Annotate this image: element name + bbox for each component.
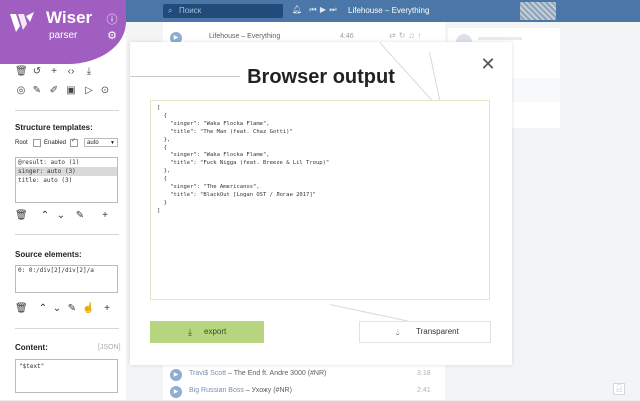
info-icon[interactable]: ⓘ [106,14,118,26]
logo-name: Wiser [46,8,93,27]
chevron-up-icon[interactable]: ⌃ [39,210,51,222]
brush-icon[interactable]: ✐ [48,85,60,97]
source-elements-title: Source elements: [15,250,82,259]
close-icon[interactable]: ✕ [480,55,496,73]
content-textarea[interactable]: "$text" [15,359,118,393]
next-track-icon[interactable]: ⏭ [328,5,338,15]
run-icon[interactable]: ▷ [83,85,95,97]
divider [15,234,119,235]
output-textarea[interactable]: [ { "singer": "Waka Flocka Flame", "titl… [150,100,490,300]
header-now-playing[interactable]: Lifehouse – Everything [348,5,429,17]
play-icon[interactable]: ▶ [318,5,328,15]
download-icon: ⤓ [188,327,192,337]
download-icon[interactable]: ⤓ [83,66,95,78]
trash-icon[interactable]: 🗑︎ [15,66,28,78]
search-placeholder: Поиск [179,6,202,15]
browser-output-dialog: Browser output ✕ [ { "singer": "Waka Flo… [130,42,512,365]
source-elements-list[interactable]: 0: 0:/div[2]/div[2]/a [15,265,118,293]
transparent-button[interactable]: 💧︎ Transparent [359,321,491,343]
site-search-input[interactable]: ⌕ Поиск [163,4,283,18]
export-label: export [204,327,227,336]
template-item[interactable]: @result: auto (1) [16,158,117,167]
pencil-icon[interactable]: ✎ [31,85,43,97]
structure-templates-list[interactable]: @result: auto (1) singer: auto (3) title… [15,157,118,203]
enabled-label: Enabled [44,140,67,146]
gear-icon[interactable]: ⚙ [106,30,118,42]
root-label: Root [15,140,28,146]
content-title: Content: [15,343,48,352]
dialog-title: Browser output [247,66,395,88]
trash-icon[interactable]: 🗑︎ [15,303,28,315]
chevron-down-icon: ▼ [110,140,115,146]
add-icon[interactable]: + [99,210,111,222]
enabled-checkbox[interactable] [70,137,78,147]
transparent-label: Transparent [416,327,459,336]
pencil-icon[interactable]: ✎ [74,210,86,222]
add-icon[interactable]: + [101,303,113,315]
chevron-up-icon[interactable]: ⌃ [37,303,49,315]
divider [15,328,119,329]
code-icon[interactable]: ‹› [65,66,77,78]
target-icon[interactable]: ◎ [15,85,27,97]
export-icon[interactable]: ⊙ [99,85,111,97]
undo-icon[interactable]: ↺ [31,66,43,78]
drop-icon: 💧︎ [396,327,400,337]
export-button[interactable]: ⤓ export [150,321,264,343]
pencil-icon[interactable]: ✎ [66,303,78,315]
chevron-down-icon[interactable]: ⌄ [51,303,63,315]
add-icon[interactable]: + [48,66,60,78]
logo-subtitle: parser [49,30,78,41]
wiser-logo-icon [10,12,34,32]
mode-select-value: auto [87,140,99,146]
logo-header: Wiser parser ⓘ ⚙ [0,0,126,64]
sidebar-toggle-icon[interactable] [108,52,115,59]
content-format-hint: [JSON] [98,344,121,351]
pointer-icon[interactable]: ☝ [82,303,94,315]
divider [15,110,119,111]
structure-templates-title: Structure templates: [15,123,93,132]
template-item[interactable]: singer: auto (3) [16,167,117,176]
prev-track-icon[interactable]: ⏮ [308,5,318,15]
source-element-item[interactable]: 0: 0:/div[2]/div[2]/a [16,266,117,275]
wiser-sidebar: Wiser parser ⓘ ⚙ 🗑︎ ↺ + ‹› ⤓ ◎ ✎ ✐ ▣ ▷ ⊙… [0,0,126,400]
root-checkbox[interactable] [33,139,41,147]
trash-icon[interactable]: 🗑︎ [15,210,28,222]
template-item[interactable]: title: auto (3) [16,176,117,185]
chevron-down-icon[interactable]: ⌄ [55,210,67,222]
bell-icon[interactable]: 🔔︎ [292,5,302,15]
user-avatar[interactable] [520,2,556,20]
save-icon[interactable]: ▣ [65,85,77,97]
mode-select[interactable]: auto ▼ [84,138,118,147]
search-icon: ⌕ [168,6,173,15]
